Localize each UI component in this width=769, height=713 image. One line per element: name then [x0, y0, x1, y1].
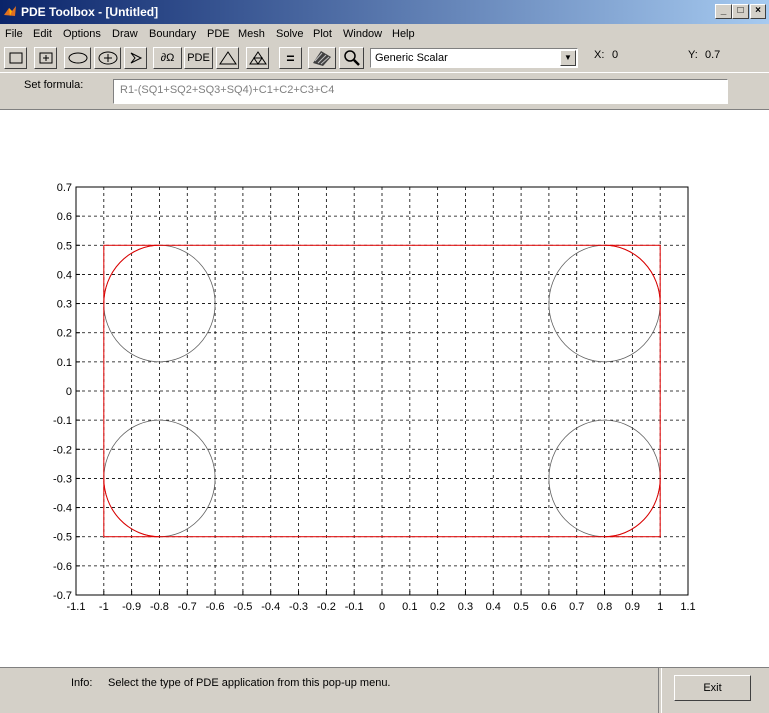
y-tick-label: -0.3: [53, 473, 72, 485]
menu-mesh[interactable]: Mesh: [238, 28, 265, 40]
minimize-button[interactable]: _: [715, 4, 732, 19]
info-text: Select the type of PDE application from …: [108, 677, 391, 689]
x-tick-label: -0.5: [233, 601, 252, 613]
plot-solution-button[interactable]: [308, 47, 336, 69]
x-tick-label: 0.4: [486, 601, 501, 613]
zoom-button[interactable]: [339, 47, 364, 69]
rectangle-icon: [9, 52, 22, 64]
y-tick-label: 0.7: [57, 182, 72, 194]
y-tick-label: -0.2: [53, 444, 72, 456]
magnifier-icon: [343, 50, 360, 66]
polygon-icon: [130, 52, 142, 64]
application-select[interactable]: Generic Scalar ▼: [370, 48, 578, 68]
x-tick-label: -0.7: [178, 601, 197, 613]
x-tick-label: 0.1: [402, 601, 417, 613]
menu-plot[interactable]: Plot: [313, 28, 332, 40]
matlab-icon: [4, 6, 16, 16]
window-title: PDE Toolbox - [Untitled]: [21, 5, 159, 19]
y-tick-label: -0.7: [53, 590, 72, 602]
init-mesh-button[interactable]: [216, 47, 239, 69]
centered-rectangle-tool-button[interactable]: [34, 47, 57, 69]
polygon-tool-button[interactable]: [124, 47, 147, 69]
geometry-plot[interactable]: -1.1 -1 -0.9 -0.8 -0.7 -0.6 -0.5 -0.4 -0.3 -0.2 -0…: [0, 110, 769, 667]
y-tick-label: -0.6: [53, 561, 72, 573]
x-tick-label: -0.8: [150, 601, 169, 613]
y-coord-value: 0.7: [705, 49, 721, 61]
y-tick-label: 0.2: [57, 328, 72, 340]
refine-mesh-button[interactable]: [246, 47, 269, 69]
y-tick-label: 0.3: [57, 299, 72, 311]
y-tick-label: 0.6: [57, 211, 72, 223]
dropdown-arrow-icon[interactable]: ▼: [560, 50, 576, 66]
y-coord-label: Y:: [688, 49, 698, 61]
x-tick-label: -0.6: [206, 601, 225, 613]
x-tick-label: -0.2: [317, 601, 336, 613]
drawing-canvas[interactable]: -1.1 -1 -0.9 -0.8 -0.7 -0.6 -0.5 -0.4 -0.3 -0.2 -0…: [0, 110, 769, 667]
menu-pde[interactable]: PDE: [207, 28, 230, 40]
x-tick-label: -0.3: [289, 601, 308, 613]
menu-solve[interactable]: Solve: [276, 28, 304, 40]
x-tick-label: 0.9: [625, 601, 640, 613]
set-formula-value: R1-(SQ1+SQ2+SQ3+SQ4)+C1+C2+C3+C4: [120, 84, 335, 96]
solve-button[interactable]: =: [279, 47, 302, 69]
y-tick-label: 0.1: [57, 357, 72, 369]
menu-edit[interactable]: Edit: [33, 28, 52, 40]
x-tick-label: 0: [379, 601, 385, 613]
y-tick-label: -0.4: [53, 503, 72, 515]
application-select-value: Generic Scalar: [375, 52, 448, 64]
x-coord-label: X:: [594, 49, 605, 61]
x-tick-label: 0.3: [458, 601, 473, 613]
surface-plot-icon: [313, 51, 331, 66]
refined-triangle-icon: [248, 51, 267, 65]
x-tick-label: 0.5: [513, 601, 528, 613]
x-tick-label: -1.1: [67, 601, 86, 613]
set-formula-label: Set formula:: [24, 79, 84, 91]
y-tick-label: 0: [66, 386, 72, 398]
equals-label: =: [286, 50, 295, 66]
centered-ellipse-tool-button[interactable]: [94, 47, 121, 69]
maximize-button[interactable]: □: [732, 4, 749, 19]
close-button[interactable]: ×: [750, 4, 766, 19]
pde-specification-button[interactable]: PDE: [184, 47, 213, 69]
triangle-icon: [218, 51, 237, 65]
rectangle-tool-button[interactable]: [4, 47, 27, 69]
menu-bar: File Edit Options Draw Boundary PDE Mesh…: [0, 24, 769, 44]
exit-button[interactable]: Exit: [674, 675, 751, 701]
boundary-mode-button[interactable]: ∂Ω: [153, 47, 182, 69]
y-tick-label: -0.1: [53, 415, 72, 427]
y-tick-label: 0.4: [57, 269, 72, 281]
menu-draw[interactable]: Draw: [112, 28, 138, 40]
x-tick-label: 0.6: [541, 601, 556, 613]
menu-file[interactable]: File: [5, 28, 23, 40]
x-tick-label: -0.1: [345, 601, 364, 613]
menu-boundary[interactable]: Boundary: [149, 28, 196, 40]
pde-label: PDE: [187, 52, 210, 64]
x-tick-label: -0.4: [261, 601, 280, 613]
x-tick-label: 1: [657, 601, 663, 613]
x-tick-label: -1: [99, 601, 109, 613]
x-tick-label: 0.8: [597, 601, 612, 613]
info-label: Info:: [71, 677, 93, 689]
x-tick-label: -0.9: [122, 601, 141, 613]
y-tick-label: 0.5: [57, 240, 72, 252]
ellipse-icon: [68, 52, 87, 64]
x-tick-label: 1.1: [680, 601, 695, 613]
x-tick-label: 0.2: [430, 601, 445, 613]
set-formula-input[interactable]: R1-(SQ1+SQ2+SQ3+SQ4)+C1+C2+C3+C4: [113, 79, 728, 104]
x-coord-value: 0: [612, 49, 619, 61]
ellipse-tool-button[interactable]: [64, 47, 91, 69]
title-bar: PDE Toolbox - [Untitled] _ □ ×: [0, 0, 769, 24]
menu-help[interactable]: Help: [392, 28, 415, 40]
centered-ellipse-icon: [98, 51, 117, 65]
x-tick-label: 0.7: [569, 601, 584, 613]
boundary-label: ∂Ω: [160, 52, 175, 64]
y-tick-label: -0.5: [53, 532, 72, 544]
centered-rectangle-icon: [39, 52, 52, 64]
status-divider: [658, 668, 662, 713]
menu-window[interactable]: Window: [343, 28, 382, 40]
menu-options[interactable]: Options: [63, 28, 101, 40]
status-bar: [0, 667, 769, 713]
